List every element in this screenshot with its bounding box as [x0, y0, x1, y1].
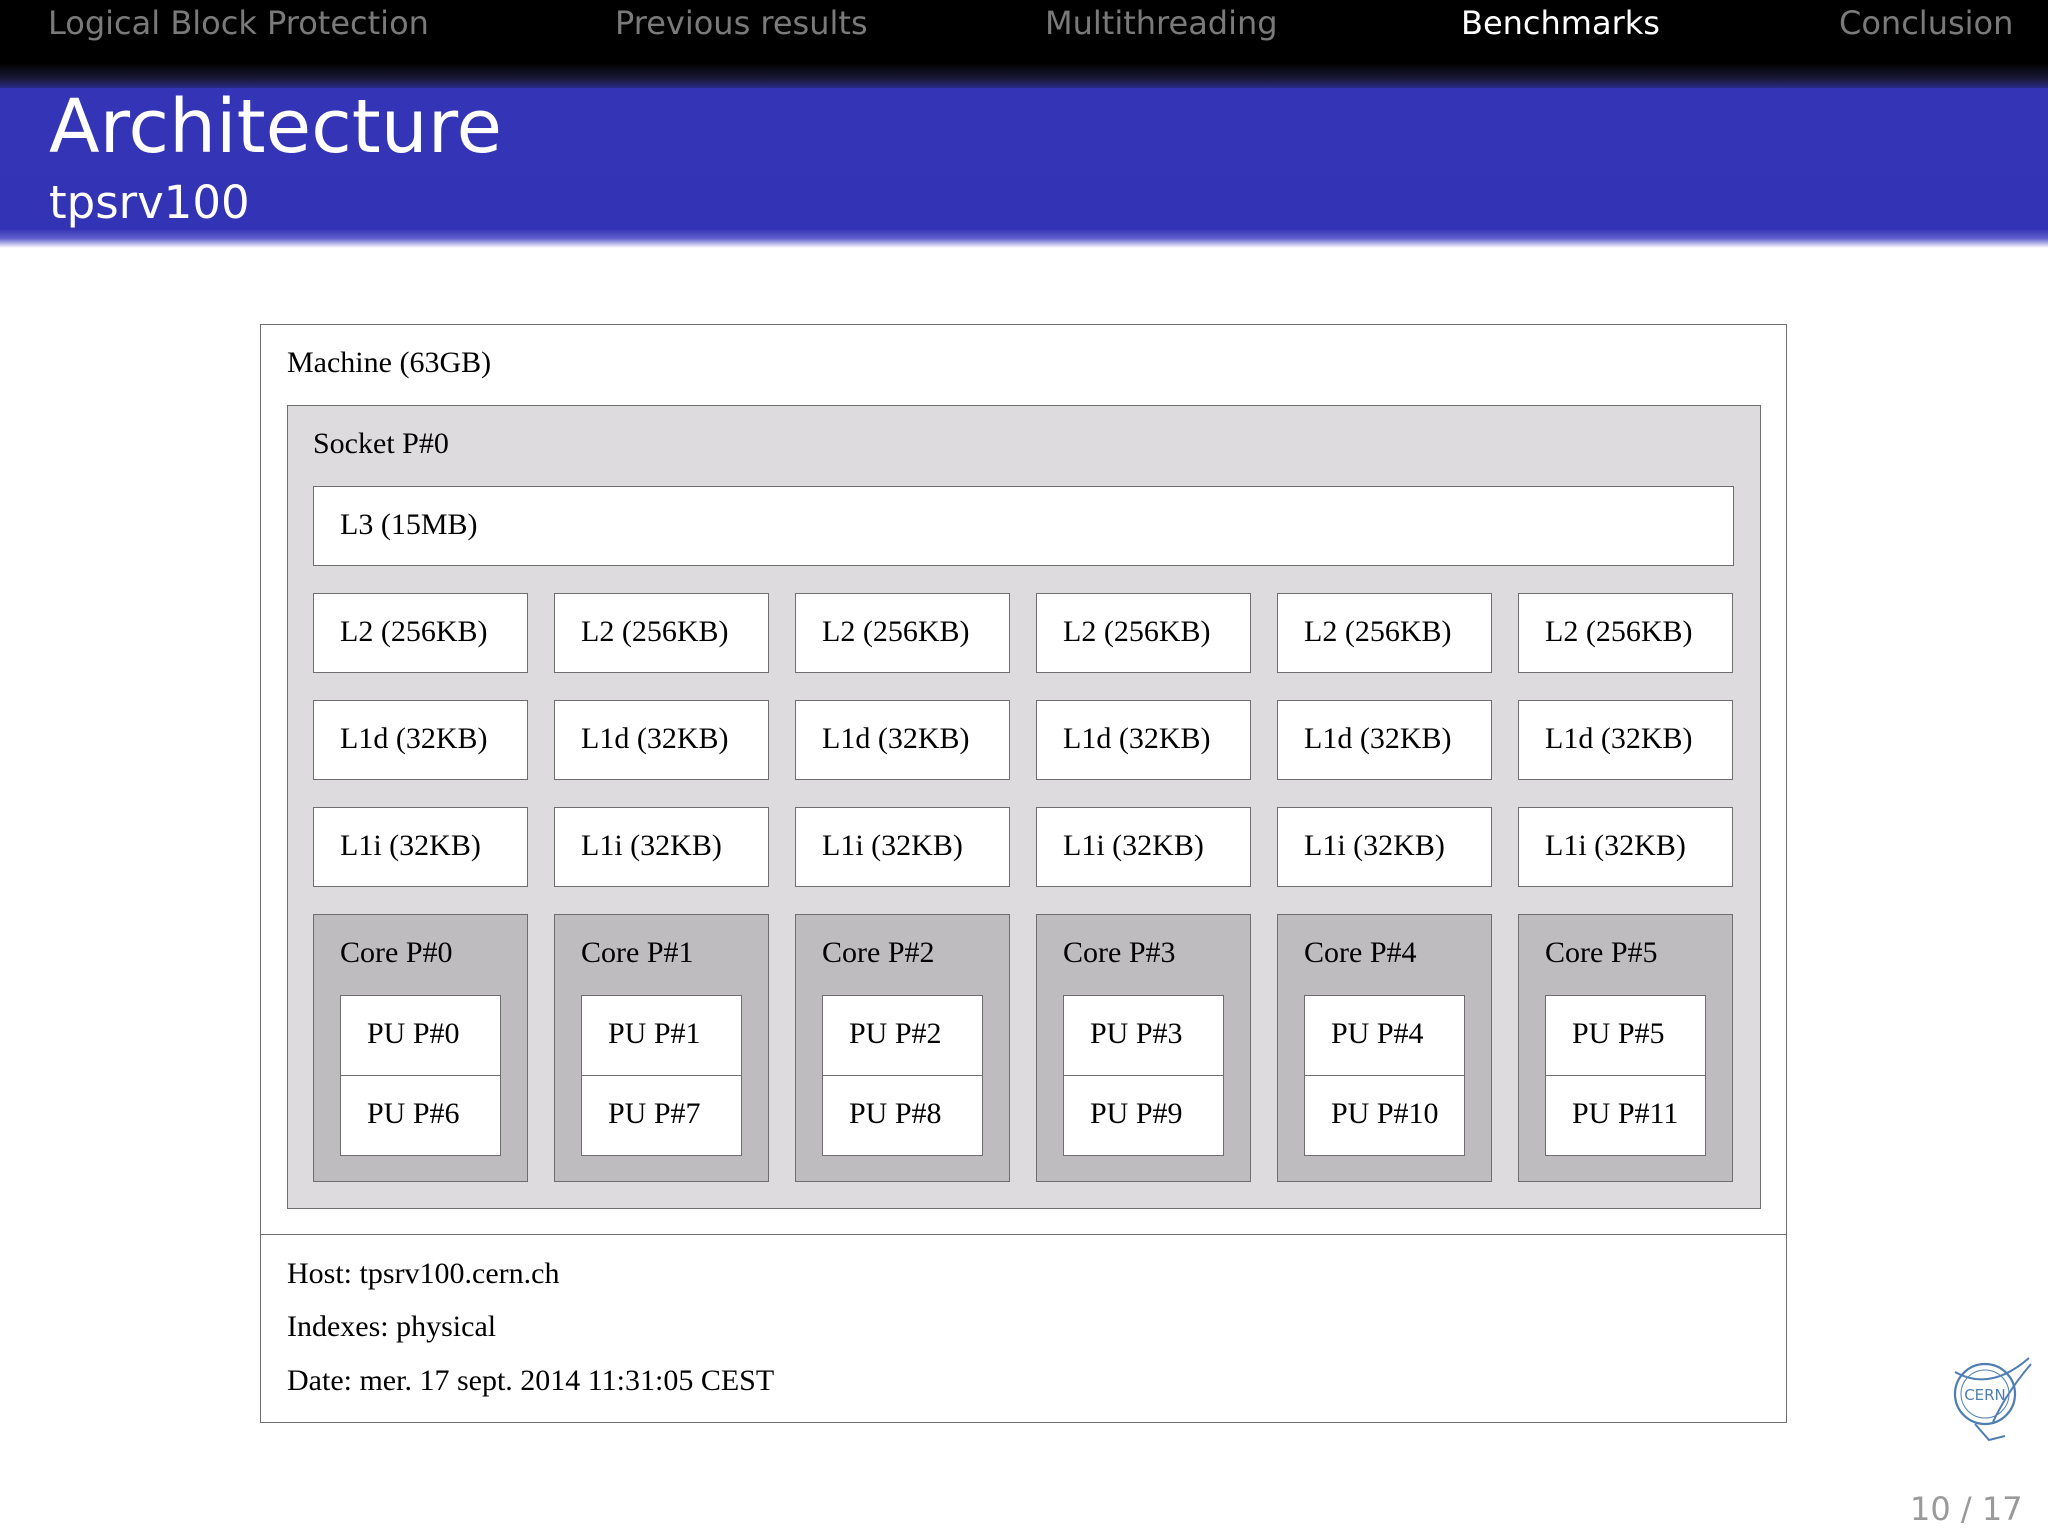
machine-label: Machine (63GB)	[287, 346, 492, 379]
nav-item-conclusion[interactable]: Conclusion	[1839, 4, 2013, 42]
nav-item-previous-results[interactable]: Previous results	[615, 4, 868, 42]
slide-subtitle: tpsrv100	[49, 176, 250, 229]
section-navigation-bar: Logical Block Protection Previous result…	[0, 0, 2048, 90]
indexes-info: Indexes: physical	[287, 1310, 497, 1343]
date-info: Date: mer. 17 sept. 2014 11:31:05 CEST	[287, 1364, 775, 1397]
core-label: Core P#3	[1063, 936, 1176, 969]
nav-item-multithreading[interactable]: Multithreading	[1045, 4, 1278, 42]
cern-logo-text: CERN	[1964, 1386, 2006, 1404]
l2-cache-label: L2 (256KB)	[581, 615, 729, 648]
l1i-cache-label: L1i (32KB)	[822, 829, 963, 862]
l1d-cache-label: L1d (32KB)	[581, 722, 729, 755]
nav-item-benchmarks[interactable]: Benchmarks	[1461, 4, 1660, 42]
core-label: Core P#4	[1304, 936, 1417, 969]
socket-label: Socket P#0	[313, 427, 449, 460]
l2-cache-label: L2 (256KB)	[1545, 615, 1693, 648]
processing-unit-label: PU P#7	[608, 1097, 701, 1130]
core-label: Core P#2	[822, 936, 935, 969]
l1i-cache-label: L1i (32KB)	[1545, 829, 1686, 862]
processing-unit-label: PU P#2	[849, 1017, 942, 1050]
l1d-cache-label: L1d (32KB)	[1063, 722, 1211, 755]
l1i-cache-label: L1i (32KB)	[1304, 829, 1445, 862]
machine-info-divider	[260, 1234, 1787, 1235]
cern-logo-icon: CERN	[1953, 1357, 2032, 1442]
core-label: Core P#0	[340, 936, 453, 969]
slide-title: Architecture	[49, 84, 503, 170]
l3-cache-box	[313, 486, 1734, 566]
l2-cache-label: L2 (256KB)	[1304, 615, 1452, 648]
processing-unit-label: PU P#0	[367, 1017, 460, 1050]
l1d-cache-label: L1d (32KB)	[1304, 722, 1452, 755]
processing-unit-label: PU P#9	[1090, 1097, 1183, 1130]
l3-cache-label: L3 (15MB)	[340, 508, 478, 541]
l1i-cache-label: L1i (32KB)	[340, 829, 481, 862]
nav-item-logical-block-protection[interactable]: Logical Block Protection	[48, 4, 429, 42]
l1i-cache-label: L1i (32KB)	[581, 829, 722, 862]
core-label: Core P#1	[581, 936, 694, 969]
processing-unit-label: PU P#5	[1572, 1017, 1665, 1050]
l2-cache-label: L2 (256KB)	[340, 615, 488, 648]
core-label: Core P#5	[1545, 936, 1658, 969]
processing-unit-label: PU P#10	[1331, 1097, 1439, 1130]
processing-unit-label: PU P#8	[849, 1097, 942, 1130]
l1d-cache-label: L1d (32KB)	[1545, 722, 1693, 755]
l1i-cache-label: L1i (32KB)	[1063, 829, 1204, 862]
processing-unit-label: PU P#4	[1331, 1017, 1424, 1050]
l2-cache-label: L2 (256KB)	[822, 615, 970, 648]
processing-unit-label: PU P#1	[608, 1017, 701, 1050]
processing-unit-label: PU P#11	[1572, 1097, 1679, 1130]
host-info: Host: tpsrv100.cern.ch	[287, 1257, 560, 1290]
l2-cache-label: L2 (256KB)	[1063, 615, 1211, 648]
page-number: 10 / 17	[1910, 1490, 2023, 1528]
l1d-cache-label: L1d (32KB)	[822, 722, 970, 755]
processing-unit-label: PU P#6	[367, 1097, 460, 1130]
processing-unit-label: PU P#3	[1090, 1017, 1183, 1050]
l1d-cache-label: L1d (32KB)	[340, 722, 488, 755]
